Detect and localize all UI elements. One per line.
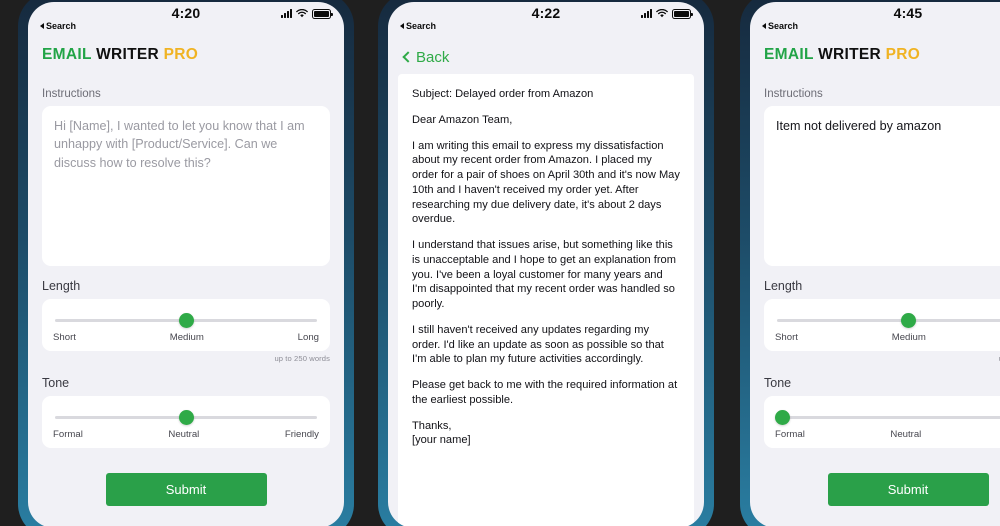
instructions-input[interactable]: Hi [Name], I wanted to let you know that… (42, 106, 330, 266)
brand-word-pro: PRO (163, 46, 199, 63)
instructions-label: Instructions (42, 88, 101, 100)
email-signature: [your name] (412, 434, 471, 447)
tone-slider-knob[interactable] (775, 410, 791, 425)
tone-tick-friendly: Friendly (284, 429, 319, 440)
tone-tick-neutral: Neutral (890, 429, 922, 440)
generated-email-panel: Subject: Delayed order from Amazon Dear … (398, 74, 694, 526)
brand-word-writer: WRITER (818, 46, 881, 63)
tone-slider[interactable] (53, 410, 319, 425)
length-slider-ticks: Short Medium Long (53, 332, 319, 343)
phone-mockup-3: 4:45 Search EMAIL WRITER PRO Instruction… (740, 0, 1000, 526)
length-tick-short: Short (53, 332, 76, 343)
tone-tick-formal: Formal (775, 429, 805, 440)
length-slider[interactable] (53, 313, 319, 328)
length-label: Length (42, 279, 81, 293)
back-triangle-icon (762, 23, 766, 29)
length-slider-ticks: Short Medium Long (775, 332, 1000, 343)
tone-slider-knob[interactable] (178, 410, 194, 425)
status-indicators (281, 9, 333, 19)
word-limit-note: up to 250 words (274, 354, 330, 363)
tone-slider-card: Formal Neutral Friendly (764, 396, 1000, 448)
email-salutation: Dear Amazon Team, (412, 113, 513, 126)
cellular-signal-icon (641, 9, 652, 19)
length-tick-short: Short (775, 332, 798, 343)
brand-word-email: EMAIL (42, 46, 92, 63)
submit-row-3: Submit (764, 473, 1000, 506)
tone-tick-formal: Formal (53, 429, 83, 440)
length-slider-card: Short Medium Long (42, 299, 330, 351)
status-bar-3: 4:45 Search (750, 2, 1000, 36)
battery-icon (312, 9, 333, 19)
email-paragraph: I am writing this email to express my di… (412, 139, 680, 226)
status-bar-2: 4:22 Search (388, 2, 704, 36)
phone-2-screen: 4:22 Search Back Subject: Delayed order … (388, 2, 704, 526)
app-brand-title: EMAIL WRITER PRO (42, 46, 330, 64)
battery-icon (672, 9, 693, 19)
length-tick-medium: Medium (891, 332, 926, 343)
app-brand-title: EMAIL WRITER PRO (764, 46, 1000, 64)
phone-1-screen: 4:20 Search EMAIL WRITER PRO Instruction… (28, 2, 344, 526)
tone-slider-ticks: Formal Neutral Friendly (775, 429, 1000, 440)
length-slider-card: Short Medium Long (764, 299, 1000, 351)
tone-label: Tone (764, 376, 792, 390)
status-back-to-search[interactable]: Search (400, 21, 436, 31)
tone-label: Tone (42, 376, 70, 390)
length-tick-long: Long (297, 332, 319, 343)
instructions-label: Instructions (764, 88, 823, 100)
status-time: 4:45 (893, 5, 923, 21)
status-back-to-search[interactable]: Search (762, 21, 798, 31)
status-back-label: Search (46, 21, 77, 31)
length-slider[interactable] (775, 313, 1000, 328)
tone-slider[interactable] (775, 410, 1000, 425)
email-subject-line: Subject: Delayed order from Amazon (412, 88, 594, 100)
status-back-label: Search (406, 21, 437, 31)
status-bar-1: 4:20 Search (28, 2, 344, 36)
length-tick-medium: Medium (169, 332, 204, 343)
length-label: Length (764, 279, 803, 293)
submit-button[interactable]: Submit (105, 473, 267, 506)
back-button[interactable]: Back (402, 49, 450, 66)
word-limit-note: upto 250 words (764, 354, 1000, 363)
tone-slider-ticks: Formal Neutral Friendly (53, 429, 319, 440)
nav-bar-2: Back (388, 36, 704, 74)
email-paragraph: Please get back to me with the required … (412, 379, 678, 406)
phone-3-content: EMAIL WRITER PRO Instructions Item not d… (750, 36, 1000, 526)
brand-word-email: EMAIL (764, 46, 814, 63)
phone-mockup-2: 4:22 Search Back Subject: Delayed order … (378, 0, 714, 526)
screenshot-canvas: 4:20 Search EMAIL WRITER PRO Instruction… (0, 0, 1000, 526)
phone-3-screen: 4:45 Search EMAIL WRITER PRO Instruction… (750, 2, 1000, 526)
phone-mockup-1: 4:20 Search EMAIL WRITER PRO Instruction… (18, 0, 354, 526)
back-triangle-icon (400, 23, 404, 29)
wifi-icon (296, 9, 308, 18)
tone-tick-neutral: Neutral (168, 429, 200, 440)
cellular-signal-icon (281, 9, 292, 19)
status-indicators (641, 9, 693, 19)
wifi-icon (656, 9, 668, 18)
status-back-label: Search (768, 21, 799, 31)
tone-slider-rail (777, 416, 1000, 419)
back-button-label: Back (416, 49, 450, 66)
tone-slider-card: Formal Neutral Friendly (42, 396, 330, 448)
email-paragraph: I understand that issues arise, but some… (412, 239, 676, 310)
submit-row-1: Submit (42, 473, 330, 506)
instructions-input[interactable]: Item not delivered by amazon (764, 106, 1000, 266)
submit-button[interactable]: Submit (827, 473, 989, 506)
chevron-left-icon (402, 51, 414, 63)
back-triangle-icon (40, 23, 44, 29)
brand-word-writer: WRITER (96, 46, 159, 63)
email-signoff: Thanks, (412, 419, 452, 432)
length-slider-knob[interactable] (900, 313, 916, 328)
brand-word-pro: PRO (885, 46, 921, 63)
status-back-to-search[interactable]: Search (40, 21, 76, 31)
length-slider-rail (777, 319, 1000, 322)
phone-1-content: EMAIL WRITER PRO Instructions Hi [Name],… (28, 36, 344, 526)
length-slider-knob[interactable] (178, 313, 194, 328)
email-paragraph: I still haven't received any updates reg… (412, 323, 664, 366)
